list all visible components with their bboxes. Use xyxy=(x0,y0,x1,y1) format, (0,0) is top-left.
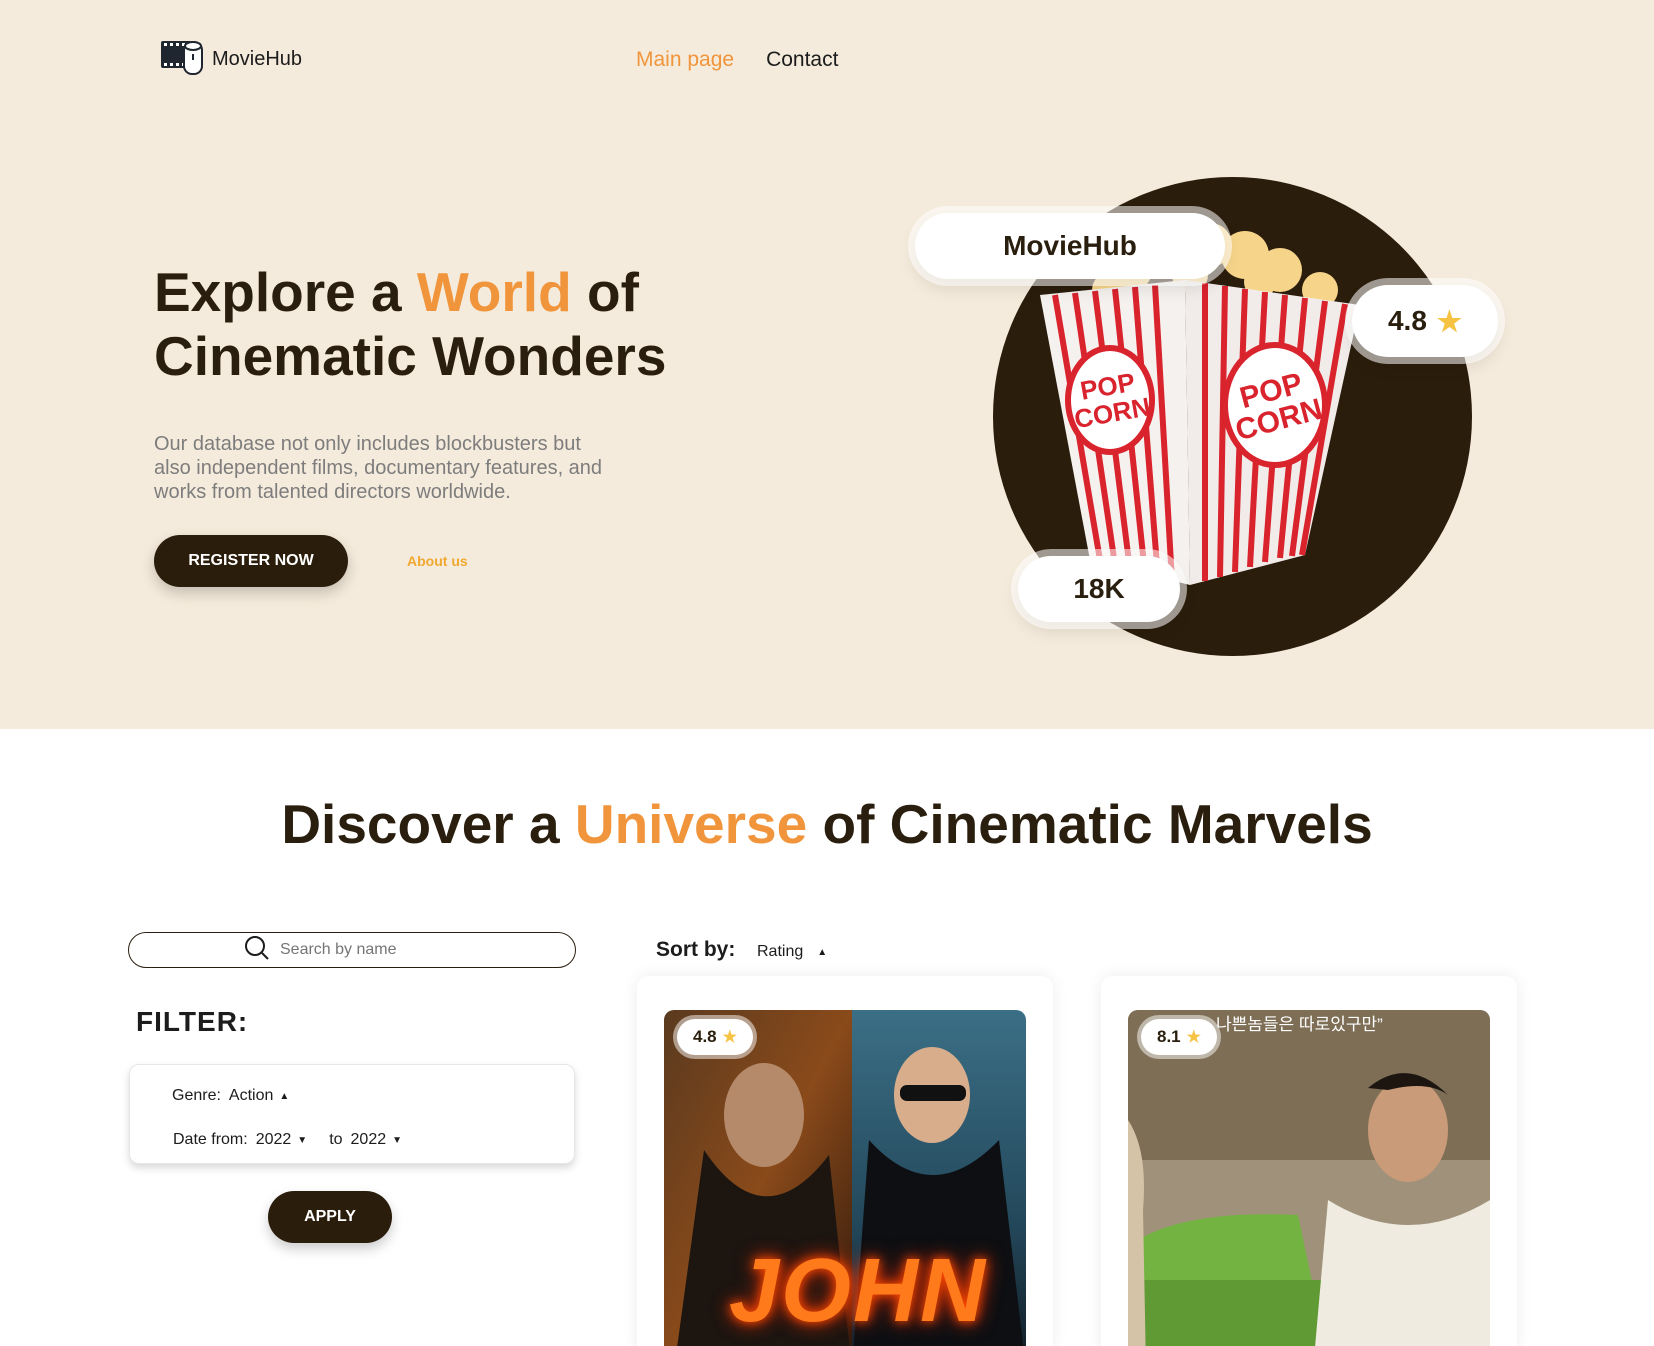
logo[interactable]: MovieHub xyxy=(160,38,302,81)
date-to-value: 2022 xyxy=(350,1131,387,1148)
about-us-link[interactable]: About us xyxy=(407,553,468,569)
date-row: Date from: 2022 ▼ to 2022 ▼ xyxy=(173,1131,402,1149)
discover-title-accent: Universe xyxy=(574,793,808,855)
date-to-select[interactable]: 2022 ▼ xyxy=(351,1131,403,1149)
hero-title-part2: of xyxy=(571,261,639,323)
discover-title: Discover a Universe of Cinematic Marvels xyxy=(0,792,1654,856)
movie-rating-badge: 4.8 ★ xyxy=(677,1019,753,1055)
movie-card[interactable]: 나쁜놈들은 따로있구만” 8.1 ★ xyxy=(1101,976,1517,1346)
genre-select[interactable]: Action ▲ xyxy=(229,1087,289,1105)
date-from-value: 2022 xyxy=(255,1131,292,1148)
hero-rating-pill: 4.8 ★ xyxy=(1352,285,1498,357)
hero-title-part1: Explore a xyxy=(154,261,417,323)
caret-down-icon: ▼ xyxy=(297,1134,308,1146)
movie-poster: JOHN 4.8 ★ xyxy=(664,1010,1026,1346)
sort-select[interactable]: Rating ▲ xyxy=(757,943,827,961)
movie-rating-value: 4.8 xyxy=(693,1027,717,1046)
star-icon: ★ xyxy=(1186,1029,1201,1046)
nav-main-page[interactable]: Main page xyxy=(636,48,734,72)
discover-title-part2: of Cinematic Marvels xyxy=(807,793,1373,855)
hero-rating-value: 4.8 xyxy=(1387,305,1427,336)
genre-label: Genre: xyxy=(172,1087,221,1104)
main-nav: Main page Contact xyxy=(636,48,838,72)
hero-section: MovieHub Main page Contact Explore a Wor… xyxy=(0,0,1654,729)
hero-title: Explore a World of Cinematic Wonders xyxy=(154,260,666,388)
movie-card[interactable]: JOHN 4.8 ★ xyxy=(637,976,1053,1346)
movie-rating-value: 8.1 xyxy=(1157,1027,1181,1046)
hero-title-accent: World xyxy=(416,261,572,323)
search-icon xyxy=(244,935,270,966)
hero-count-pill: 18K xyxy=(1018,556,1180,622)
film-reel-icon xyxy=(160,38,206,81)
poster-title-text: JOHN xyxy=(729,1241,988,1341)
search-box[interactable] xyxy=(128,932,576,968)
star-icon: ★ xyxy=(1436,305,1463,337)
search-input[interactable] xyxy=(280,941,460,959)
hero-title-line2: Cinematic Wonders xyxy=(154,325,667,387)
sort-value: Rating xyxy=(757,943,804,960)
star-icon: ★ xyxy=(722,1029,737,1046)
date-from-label: Date from: xyxy=(173,1131,248,1148)
genre-value: Action xyxy=(228,1087,274,1104)
sort-label: Sort by: xyxy=(656,938,736,961)
date-to-label: to xyxy=(329,1131,343,1148)
filter-heading: FILTER: xyxy=(136,1006,249,1037)
logo-text: MovieHub xyxy=(212,48,303,70)
movie-rating-badge: 8.1 ★ xyxy=(1141,1019,1217,1055)
movie-poster: 나쁜놈들은 따로있구만” 8.1 ★ xyxy=(1128,1010,1490,1346)
date-from-select[interactable]: 2022 ▼ xyxy=(256,1131,308,1149)
discover-title-part1: Discover a xyxy=(281,793,575,855)
caret-up-icon: ▲ xyxy=(279,1090,290,1102)
filter-panel: Genre: Action ▲ Date from: 2022 ▼ to 202… xyxy=(129,1064,575,1164)
hero-brand-pill: MovieHub xyxy=(915,213,1225,279)
nav-contact[interactable]: Contact xyxy=(766,48,838,72)
poster-tagline-text: 나쁜놈들은 따로있구만” xyxy=(1216,1015,1383,1034)
caret-up-icon: ▲ xyxy=(817,946,828,958)
apply-button[interactable]: APPLY xyxy=(268,1191,392,1243)
hero-description: Our database not only includes blockbust… xyxy=(154,433,603,503)
genre-row: Genre: Action ▲ xyxy=(172,1087,289,1105)
caret-down-icon: ▼ xyxy=(392,1134,403,1146)
register-now-button[interactable]: REGISTER NOW xyxy=(154,535,348,587)
